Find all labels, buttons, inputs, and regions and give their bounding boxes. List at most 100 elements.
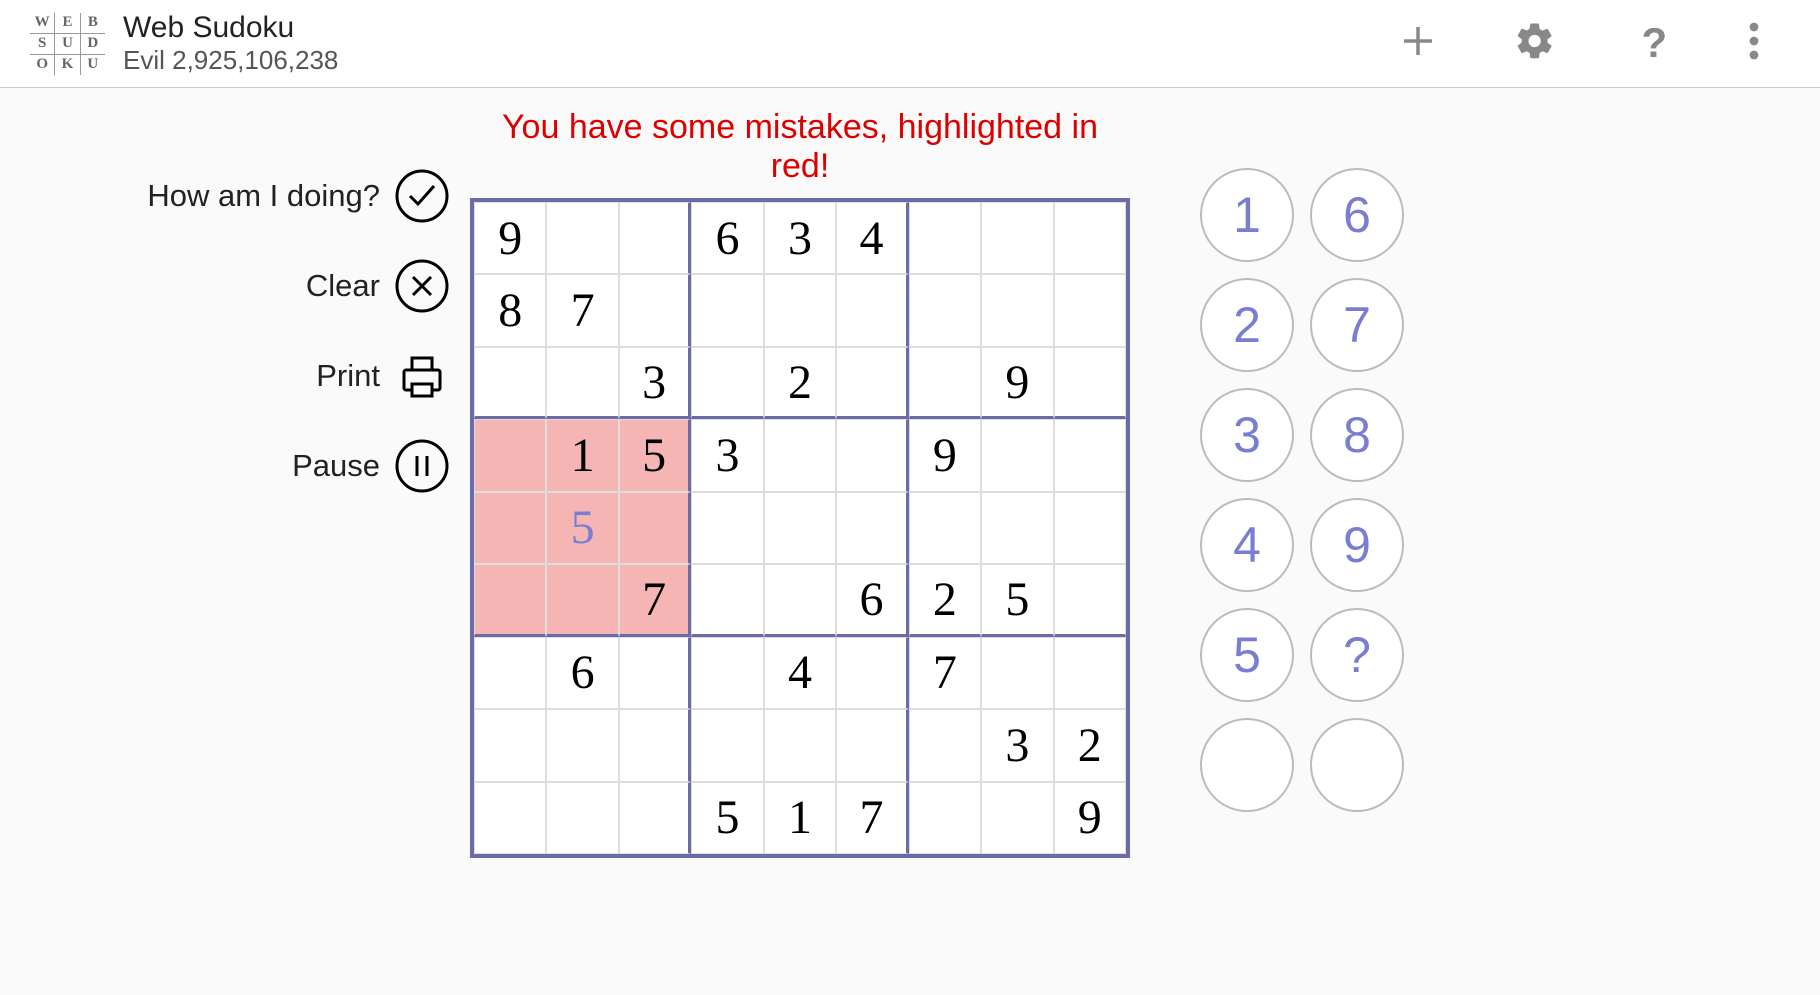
- sudoku-cell[interactable]: [474, 782, 546, 854]
- sudoku-cell[interactable]: [981, 202, 1053, 274]
- sudoku-cell[interactable]: [619, 202, 691, 274]
- sudoku-cell[interactable]: [691, 564, 763, 636]
- sudoku-cell[interactable]: [836, 419, 908, 491]
- number-button-3[interactable]: 3: [1200, 388, 1294, 482]
- sudoku-cell[interactable]: [546, 782, 618, 854]
- sudoku-cell[interactable]: [909, 492, 981, 564]
- empty-button[interactable]: [1200, 718, 1294, 812]
- sudoku-cell[interactable]: 3: [764, 202, 836, 274]
- sudoku-cell[interactable]: [981, 782, 1053, 854]
- sudoku-cell[interactable]: [981, 419, 1053, 491]
- sudoku-cell[interactable]: [474, 419, 546, 491]
- number-button-9[interactable]: 9: [1310, 498, 1404, 592]
- sudoku-cell[interactable]: [909, 709, 981, 781]
- sudoku-cell[interactable]: [836, 637, 908, 709]
- empty-button[interactable]: [1310, 718, 1404, 812]
- more-icon[interactable]: [1748, 20, 1760, 67]
- sudoku-cell[interactable]: [546, 564, 618, 636]
- sudoku-cell[interactable]: [474, 637, 546, 709]
- help-icon[interactable]: ?: [1631, 20, 1673, 67]
- sudoku-cell[interactable]: [909, 202, 981, 274]
- sudoku-cell[interactable]: 5: [981, 564, 1053, 636]
- sudoku-cell[interactable]: [764, 492, 836, 564]
- check-button[interactable]: How am I doing?: [147, 168, 450, 224]
- sudoku-cell[interactable]: [1054, 492, 1126, 564]
- number-button-6[interactable]: 6: [1310, 168, 1404, 262]
- sudoku-cell[interactable]: 1: [764, 782, 836, 854]
- sudoku-cell[interactable]: 9: [474, 202, 546, 274]
- number-button-4[interactable]: 4: [1200, 498, 1294, 592]
- sudoku-cell[interactable]: [691, 492, 763, 564]
- sudoku-cell[interactable]: [691, 274, 763, 346]
- clear-button[interactable]: Clear: [306, 258, 450, 314]
- sudoku-cell[interactable]: [1054, 202, 1126, 274]
- sudoku-cell[interactable]: 8: [474, 274, 546, 346]
- sudoku-cell[interactable]: [691, 637, 763, 709]
- sudoku-cell[interactable]: [546, 347, 618, 419]
- sudoku-cell[interactable]: [619, 637, 691, 709]
- sudoku-cell[interactable]: 5: [691, 782, 763, 854]
- hint-button[interactable]: ?: [1310, 608, 1404, 702]
- sudoku-cell[interactable]: [981, 492, 1053, 564]
- sudoku-cell[interactable]: 4: [836, 202, 908, 274]
- number-button-8[interactable]: 8: [1310, 388, 1404, 482]
- sudoku-cell[interactable]: 7: [546, 274, 618, 346]
- number-button-7[interactable]: 7: [1310, 278, 1404, 372]
- sudoku-cell[interactable]: [836, 274, 908, 346]
- sudoku-cell[interactable]: [764, 274, 836, 346]
- sudoku-cell[interactable]: [546, 709, 618, 781]
- sudoku-cell[interactable]: [981, 274, 1053, 346]
- sudoku-cell[interactable]: [1054, 419, 1126, 491]
- print-button[interactable]: Print: [316, 348, 450, 404]
- sudoku-cell[interactable]: 2: [764, 347, 836, 419]
- sudoku-cell[interactable]: [909, 347, 981, 419]
- sudoku-cell[interactable]: 9: [909, 419, 981, 491]
- sudoku-cell[interactable]: 6: [546, 637, 618, 709]
- sudoku-cell[interactable]: [474, 492, 546, 564]
- sudoku-cell[interactable]: [836, 492, 908, 564]
- sudoku-cell[interactable]: [1054, 347, 1126, 419]
- sudoku-cell[interactable]: [764, 419, 836, 491]
- new-game-icon[interactable]: [1397, 20, 1439, 67]
- sudoku-cell[interactable]: [836, 347, 908, 419]
- sudoku-cell[interactable]: 7: [619, 564, 691, 636]
- sudoku-cell[interactable]: [981, 637, 1053, 709]
- sudoku-cell[interactable]: 3: [981, 709, 1053, 781]
- sudoku-cell[interactable]: [546, 202, 618, 274]
- sudoku-cell[interactable]: 7: [909, 637, 981, 709]
- sudoku-cell[interactable]: [619, 274, 691, 346]
- pause-button[interactable]: Pause: [292, 438, 450, 494]
- sudoku-cell[interactable]: 5: [546, 492, 618, 564]
- sudoku-cell[interactable]: [1054, 274, 1126, 346]
- sudoku-cell[interactable]: [909, 782, 981, 854]
- number-button-2[interactable]: 2: [1200, 278, 1294, 372]
- sudoku-cell[interactable]: [909, 274, 981, 346]
- sudoku-cell[interactable]: [1054, 637, 1126, 709]
- settings-icon[interactable]: [1514, 20, 1556, 67]
- sudoku-cell[interactable]: [691, 709, 763, 781]
- sudoku-cell[interactable]: 3: [691, 419, 763, 491]
- sudoku-cell[interactable]: 6: [836, 564, 908, 636]
- sudoku-cell[interactable]: [764, 564, 836, 636]
- sudoku-cell[interactable]: 7: [836, 782, 908, 854]
- sudoku-cell[interactable]: [474, 564, 546, 636]
- sudoku-cell[interactable]: [474, 709, 546, 781]
- sudoku-cell[interactable]: 9: [981, 347, 1053, 419]
- sudoku-cell[interactable]: 9: [1054, 782, 1126, 854]
- sudoku-cell[interactable]: [619, 782, 691, 854]
- sudoku-cell[interactable]: [1054, 564, 1126, 636]
- sudoku-cell[interactable]: [836, 709, 908, 781]
- sudoku-cell[interactable]: 2: [909, 564, 981, 636]
- number-button-5[interactable]: 5: [1200, 608, 1294, 702]
- sudoku-cell[interactable]: 1: [546, 419, 618, 491]
- sudoku-cell[interactable]: [691, 347, 763, 419]
- sudoku-cell[interactable]: 2: [1054, 709, 1126, 781]
- number-button-1[interactable]: 1: [1200, 168, 1294, 262]
- sudoku-cell[interactable]: 4: [764, 637, 836, 709]
- sudoku-cell[interactable]: [619, 709, 691, 781]
- sudoku-cell[interactable]: 6: [691, 202, 763, 274]
- sudoku-cell[interactable]: [474, 347, 546, 419]
- sudoku-cell[interactable]: [764, 709, 836, 781]
- sudoku-cell[interactable]: 5: [619, 419, 691, 491]
- sudoku-cell[interactable]: [619, 492, 691, 564]
